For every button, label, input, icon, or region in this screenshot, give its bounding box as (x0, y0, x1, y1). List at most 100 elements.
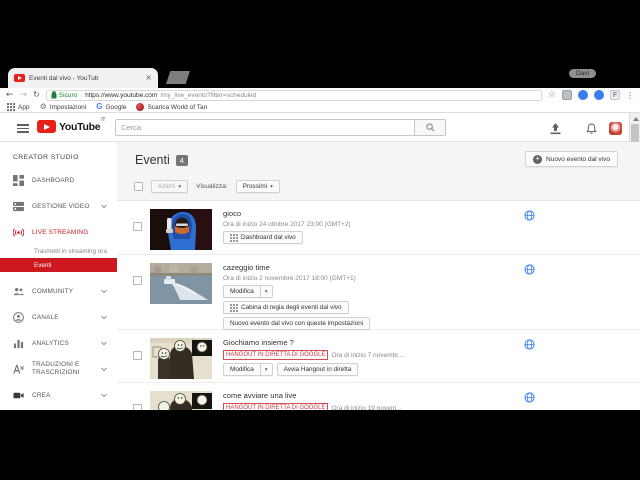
translations-icon (13, 364, 24, 374)
live-dashboard-button[interactable]: Dashboard dal vivo (223, 231, 303, 244)
chevron-down-icon (101, 339, 107, 346)
event-thumbnail[interactable] (150, 391, 212, 410)
event-title[interactable]: Giochiamo insieme ? (223, 338, 294, 347)
event-start-time: Ora di inizio 24 ottobre 2017 23:00 (GMT… (223, 221, 351, 228)
secure-badge[interactable]: Sicuro (51, 91, 77, 99)
sidebar-item-trasmetti[interactable]: Trasmetti in streaming ora (0, 245, 117, 258)
search-input[interactable] (115, 119, 415, 136)
search-icon (425, 123, 434, 132)
extension-icon-4[interactable]: F (610, 90, 620, 100)
chrome-profile-chip[interactable]: Davi (568, 69, 596, 78)
search-button[interactable] (415, 119, 446, 136)
bookmark-scarica[interactable]: Scarica World of Tan (136, 103, 207, 111)
analytics-icon (13, 339, 24, 348)
event-title[interactable]: come avviare una live (223, 391, 296, 400)
gear-icon: ⚙ (39, 102, 47, 111)
edit-button[interactable]: Modifica (223, 285, 261, 298)
event-row-cazeggio: cazeggio time Ora di inizio 2 novembre 2… (117, 255, 640, 330)
omnibox-divider: | (80, 91, 83, 99)
sidebar-item-analytics[interactable]: ANALYTICS (0, 330, 117, 356)
actions-button[interactable]: Azioni ▾ (151, 180, 189, 193)
event-row-gioco: gioco Ora di inizio 24 ottobre 2017 23:0… (117, 201, 640, 255)
sidebar-item-live-streaming[interactable]: LIVE STREAMING (0, 219, 117, 245)
tab-close-icon[interactable]: × (145, 74, 152, 82)
caret-down-icon: ▾ (270, 183, 273, 190)
public-globe-icon (524, 392, 535, 403)
sidebar-item-crea[interactable]: CREA (0, 382, 117, 408)
bookmark-google[interactable]: G Google (96, 103, 126, 111)
sidebar-item-eventi-selected[interactable]: Eventi (0, 258, 117, 272)
letterbox-bottom (0, 410, 640, 480)
browser-tab[interactable]: Eventi dal vivo - YouTub × (8, 68, 158, 88)
public-globe-icon (524, 339, 535, 350)
view-filter-dropdown[interactable]: Prossimi ▾ (235, 180, 280, 193)
secure-label: Sicuro (58, 91, 78, 99)
caret-down-icon: ▾ (264, 366, 268, 373)
back-icon[interactable]: ← (6, 90, 14, 100)
apps-grid-icon (7, 103, 15, 111)
caret-down-icon: ▾ (178, 183, 182, 190)
bookmark-star-icon[interactable]: ☆ (548, 90, 556, 100)
extension-icon-3[interactable] (594, 90, 604, 100)
youtube-logo[interactable]: YouTubeIT (37, 116, 106, 133)
event-checkbox[interactable] (133, 351, 142, 360)
event-checkbox[interactable] (133, 222, 142, 231)
creator-studio-label: CREATOR STUDIO (13, 154, 79, 161)
event-checkbox[interactable] (133, 276, 142, 285)
sidebar-item-community[interactable]: COMMUNITY (0, 278, 117, 304)
letterbox-top (0, 0, 640, 66)
url-path: /my_live_events?filter=scheduled (160, 91, 257, 99)
upload-icon[interactable] (549, 122, 562, 140)
reload-icon[interactable]: ↻ (33, 90, 40, 100)
event-thumbnail[interactable] (150, 263, 212, 304)
page-content: CREATOR STUDIO DASHBOARD GESTIONE VIDEO … (0, 142, 640, 411)
select-all-checkbox[interactable] (134, 182, 143, 191)
sidebar-item-dashboard[interactable]: DASHBOARD (0, 167, 117, 193)
public-globe-icon (524, 264, 535, 275)
edit-dropdown-button[interactable]: ▾ (260, 285, 273, 298)
screen: Eventi dal vivo - YouTub × Davi ← → ↻ Si… (0, 0, 640, 480)
address-bar[interactable]: Sicuro | https://www.youtube.com/my_live… (45, 89, 542, 101)
forward-icon: → (19, 90, 28, 100)
region-label: IT (101, 116, 106, 123)
new-live-event-button[interactable]: + Nuovo evento dal vivo (525, 151, 618, 167)
live-control-room-button[interactable]: Cabina di regia degli eventi dal vivo (223, 301, 349, 314)
extension-icon-1[interactable] (562, 90, 572, 100)
notifications-bell-icon[interactable] (586, 122, 597, 140)
lock-icon (51, 91, 57, 99)
community-icon (13, 287, 24, 295)
edit-button[interactable]: Modifica (223, 363, 261, 376)
start-hangout-button[interactable]: Avvia Hangout in diretta (276, 363, 359, 376)
plus-icon: + (533, 154, 543, 164)
edit-dropdown-button[interactable]: ▾ (260, 363, 273, 376)
grid-icon (230, 303, 238, 312)
event-title[interactable]: gioco (223, 209, 241, 218)
chrome-menu-icon[interactable]: ⋮ (626, 91, 634, 100)
events-list: gioco Ora di inizio 24 ottobre 2017 23:0… (117, 200, 640, 410)
public-globe-icon (524, 210, 535, 221)
bookmark-impostazioni[interactable]: ⚙ Impostazioni (40, 103, 87, 111)
event-thumbnail[interactable] (150, 338, 212, 379)
new-tab-button[interactable] (166, 71, 190, 84)
hamburger-menu-icon[interactable] (17, 124, 29, 135)
event-title[interactable]: cazeggio time (223, 263, 270, 272)
event-row-come-avviare: come avviare una live HANGOUT IN DIRETTA… (117, 383, 640, 410)
new-event-same-settings-button[interactable]: Nuovo evento dal vivo con queste imposta… (223, 317, 371, 330)
world-of-tanks-icon (136, 103, 145, 111)
caret-down-icon: ▾ (264, 288, 268, 295)
sidebar-item-traduzioni[interactable]: TRADUZIONI E TRASCRIZIONI (0, 356, 117, 382)
grid-icon (230, 233, 238, 242)
bookmarks-bar: App ⚙ Impostazioni G Google Scarica Worl… (0, 102, 640, 113)
account-avatar[interactable] (609, 122, 622, 135)
scrollbar-up-arrow[interactable] (633, 117, 639, 121)
sidebar-item-gestione-video[interactable]: GESTIONE VIDEO (0, 193, 117, 219)
youtube-play-icon (37, 120, 56, 133)
video-manager-icon (13, 201, 24, 211)
sidebar-item-canale[interactable]: CANALE (0, 304, 117, 330)
bookmark-app[interactable]: App (7, 103, 30, 111)
events-main: Eventi 4 + Nuovo evento dal vivo Azioni ▾… (117, 142, 640, 410)
extension-icon-2[interactable] (578, 90, 588, 100)
youtube-header: YouTubeIT (0, 113, 640, 142)
page-title: Eventi (135, 153, 170, 167)
event-thumbnail[interactable] (150, 209, 212, 250)
